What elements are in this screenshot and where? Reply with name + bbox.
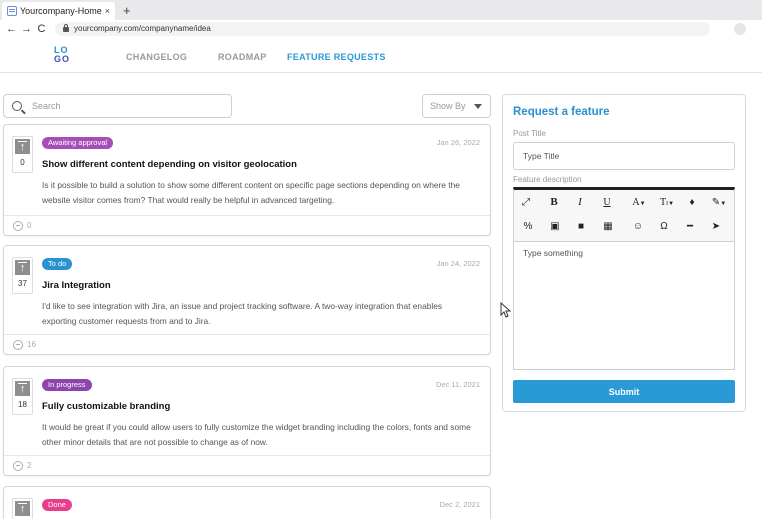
search-input[interactable]: Search xyxy=(3,94,232,118)
brush-icon[interactable]: ✎▼ xyxy=(708,197,730,208)
vote-count: 37 xyxy=(18,279,27,288)
feature-title[interactable]: Fully customizable branding xyxy=(42,401,170,412)
reload-icon[interactable]: C xyxy=(34,23,49,35)
status-badge: Done xyxy=(42,499,72,511)
comment-count: 0 xyxy=(27,221,32,230)
post-title-label: Post Title xyxy=(513,129,546,138)
feature-card[interactable]: 37 To do Jan 24, 2022 Jira Integration I… xyxy=(3,245,491,355)
upvote-icon[interactable] xyxy=(15,260,30,275)
vote-count: 18 xyxy=(18,400,27,409)
search-placeholder: Search xyxy=(32,101,61,111)
comment-icon[interactable] xyxy=(13,460,23,471)
tab-title: Yourcompany-Home xyxy=(20,6,102,16)
tab-close-icon[interactable]: × xyxy=(105,6,110,16)
description-label: Feature description xyxy=(513,175,582,184)
nav-feature-requests[interactable]: FEATURE REQUESTS xyxy=(287,52,386,62)
special-char-icon[interactable]: Ω xyxy=(656,221,672,232)
favicon-icon xyxy=(7,6,17,16)
profile-avatar[interactable] xyxy=(734,22,746,35)
nav-roadmap[interactable]: ROADMAP xyxy=(218,52,267,62)
comment-count: 2 xyxy=(27,461,32,470)
request-feature-panel: Request a feature Post Title Type Title … xyxy=(502,94,746,412)
nav-changelog[interactable]: CHANGELOG xyxy=(126,52,187,62)
feature-description: I'd like to see integration with Jira, a… xyxy=(42,301,443,326)
browser-url-bar: ← → C yourcompany.com/companyname/idea xyxy=(0,20,762,37)
logo-bottom-text: GO xyxy=(54,53,71,64)
post-title-input[interactable]: Type Title xyxy=(513,142,735,170)
post-date: Jan 24, 2022 xyxy=(436,259,480,268)
logo[interactable]: LO GO xyxy=(54,45,76,64)
comment-icon[interactable] xyxy=(13,339,23,350)
emoji-icon[interactable]: ☺ xyxy=(630,221,646,232)
feature-title[interactable]: Show different content depending on visi… xyxy=(42,159,297,170)
sort-label: Show By xyxy=(430,101,466,111)
underline-icon[interactable]: U xyxy=(599,197,615,208)
feature-description: Is it possible to build a solution to sh… xyxy=(42,180,460,205)
upvote-widget[interactable]: 18 xyxy=(12,378,33,415)
address-bar[interactable]: yourcompany.com/companyname/idea xyxy=(55,21,710,36)
feature-description: It would be great if you could allow use… xyxy=(42,422,471,447)
vote-count: 0 xyxy=(20,158,25,167)
feature-card[interactable]: Done Dec 2, 2021 xyxy=(3,486,491,519)
post-date: Dec 11, 2021 xyxy=(435,380,480,389)
status-badge: In progress xyxy=(42,379,92,391)
video-icon[interactable]: ■ xyxy=(573,221,589,232)
table-icon[interactable]: ▦ xyxy=(600,221,616,232)
upvote-icon[interactable] xyxy=(15,381,30,396)
description-editor[interactable]: ⤢ B I U A▼ TI▼ ♦ ✎▼ % ▣ ■ ▦ ☺ Ω ━ ➤ Type… xyxy=(513,187,735,370)
bold-icon[interactable]: B xyxy=(546,196,562,208)
upvote-widget[interactable]: 37 xyxy=(12,257,33,294)
link-icon[interactable]: % xyxy=(520,221,536,232)
fill-color-icon[interactable]: ♦ xyxy=(684,197,700,208)
upvote-widget[interactable] xyxy=(12,498,33,519)
card-footer: 0 xyxy=(4,215,490,235)
status-badge: Awaiting approval xyxy=(42,137,114,149)
feature-card[interactable]: 0 Awaiting approval Jan 26, 2022 Show di… xyxy=(3,124,491,236)
mouse-cursor-icon xyxy=(500,302,512,318)
comment-count: 16 xyxy=(27,340,36,349)
card-footer: 16 xyxy=(4,334,490,354)
upvote-icon[interactable] xyxy=(15,501,30,516)
search-icon xyxy=(12,101,22,111)
lock-icon xyxy=(63,24,69,32)
font-color-icon[interactable]: A▼ xyxy=(628,197,650,208)
post-date: Jan 26, 2022 xyxy=(436,138,480,147)
horizontal-line-icon[interactable]: ━ xyxy=(682,221,698,232)
select-icon[interactable]: ➤ xyxy=(708,221,724,232)
font-size-icon[interactable]: TI▼ xyxy=(656,197,678,208)
fullscreen-icon[interactable]: ⤢ xyxy=(518,197,534,208)
italic-icon[interactable]: I xyxy=(572,196,588,208)
feature-title[interactable]: Jira Integration xyxy=(42,280,111,291)
panel-title: Request a feature xyxy=(513,106,610,118)
editor-toolbar: ⤢ B I U A▼ TI▼ ♦ ✎▼ % ▣ ■ ▦ ☺ Ω ━ ➤ xyxy=(514,190,734,242)
sort-dropdown[interactable]: Show By xyxy=(422,94,491,118)
image-icon[interactable]: ▣ xyxy=(547,221,563,232)
browser-tab-bar: Yourcompany-Home × + xyxy=(0,0,762,20)
comment-icon[interactable] xyxy=(13,220,23,231)
new-tab-button[interactable]: + xyxy=(123,3,131,18)
upvote-widget[interactable]: 0 xyxy=(12,136,33,173)
chevron-down-icon xyxy=(474,104,482,109)
upvote-icon[interactable] xyxy=(15,139,30,154)
status-badge: To do xyxy=(42,258,73,270)
editor-placeholder: Type something xyxy=(523,248,584,258)
browser-tab[interactable]: Yourcompany-Home × xyxy=(2,2,115,20)
submit-button[interactable]: Submit xyxy=(513,380,735,403)
card-footer: 2 xyxy=(4,455,490,475)
feature-card[interactable]: 18 In progress Dec 11, 2021 Fully custom… xyxy=(3,366,491,476)
url-text: yourcompany.com/companyname/idea xyxy=(74,24,211,33)
post-date: Dec 2, 2021 xyxy=(439,500,480,509)
post-title-placeholder: Type Title xyxy=(523,151,560,161)
forward-icon[interactable]: → xyxy=(19,23,34,35)
back-icon[interactable]: ← xyxy=(4,23,19,35)
